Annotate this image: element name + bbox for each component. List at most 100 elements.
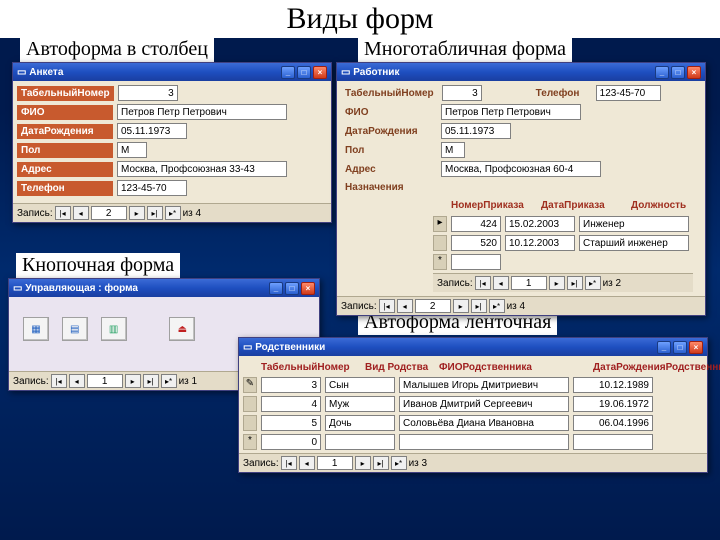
nav-prev-button[interactable]: ◂ bbox=[73, 206, 89, 220]
cell-no[interactable] bbox=[451, 216, 501, 232]
nav-first-button[interactable]: |◂ bbox=[55, 206, 71, 220]
minimize-button[interactable]: _ bbox=[281, 66, 295, 79]
label-tabno: ТабельныйНомер bbox=[17, 86, 114, 101]
nav-pos-input[interactable] bbox=[317, 456, 353, 470]
exit-button[interactable]: ⏏ bbox=[169, 317, 195, 341]
cell-no[interactable] bbox=[451, 235, 501, 251]
window-rabotnik: ▭ Работник _ □ × ТабельныйНомер Телефон … bbox=[336, 62, 706, 316]
titlebar-switchboard[interactable]: ▭ Управляющая : форма _ □ × bbox=[9, 279, 319, 297]
cell-dob[interactable] bbox=[573, 377, 653, 393]
nav-last-button[interactable]: ▸| bbox=[147, 206, 163, 220]
cell-rel[interactable] bbox=[325, 377, 395, 393]
cell-no[interactable] bbox=[451, 254, 501, 270]
cell-tabno[interactable] bbox=[261, 377, 321, 393]
close-button[interactable]: × bbox=[301, 282, 315, 295]
nav-first-button[interactable]: |◂ bbox=[281, 456, 297, 470]
row-selector-new[interactable]: * bbox=[433, 254, 447, 270]
nav-of: из 3 bbox=[409, 458, 428, 469]
row-selector[interactable] bbox=[243, 396, 257, 412]
row-selector-new[interactable]: * bbox=[243, 434, 257, 450]
field-phone[interactable] bbox=[596, 85, 661, 101]
field-phone[interactable] bbox=[117, 180, 187, 196]
nav-new-button[interactable]: ▸* bbox=[165, 206, 181, 220]
maximize-button[interactable]: □ bbox=[673, 341, 687, 354]
field-fio[interactable] bbox=[117, 104, 287, 120]
nav-next-button[interactable]: ▸ bbox=[453, 299, 469, 313]
nav-new-button[interactable]: ▸* bbox=[161, 374, 177, 388]
maximize-button[interactable]: □ bbox=[285, 282, 299, 295]
nav-next-button[interactable]: ▸ bbox=[549, 276, 565, 290]
titlebar-relatives[interactable]: ▭ Родственники _ □ × bbox=[239, 338, 707, 356]
cell-date[interactable] bbox=[505, 235, 575, 251]
maximize-button[interactable]: □ bbox=[297, 66, 311, 79]
nav-first-button[interactable]: |◂ bbox=[379, 299, 395, 313]
nav-next-button[interactable]: ▸ bbox=[355, 456, 371, 470]
nav-new-button[interactable]: ▸* bbox=[585, 276, 601, 290]
form-button-3[interactable]: ▥ bbox=[101, 317, 127, 341]
titlebar-anketa[interactable]: ▭ Анкета _ □ × bbox=[13, 63, 331, 81]
nav-first-button[interactable]: |◂ bbox=[51, 374, 67, 388]
cell-fio[interactable] bbox=[399, 415, 569, 431]
cell-rel[interactable] bbox=[325, 396, 395, 412]
cell-date[interactable] bbox=[505, 216, 575, 232]
nav-last-button[interactable]: ▸| bbox=[471, 299, 487, 313]
close-button[interactable]: × bbox=[689, 341, 703, 354]
nav-prev-button[interactable]: ◂ bbox=[397, 299, 413, 313]
maximize-button[interactable]: □ bbox=[671, 66, 685, 79]
cell-pos[interactable] bbox=[579, 235, 689, 251]
nav-last-button[interactable]: ▸| bbox=[567, 276, 583, 290]
close-button[interactable]: × bbox=[687, 66, 701, 79]
close-button[interactable]: × bbox=[313, 66, 327, 79]
cell-rel[interactable] bbox=[325, 415, 395, 431]
cell-fio[interactable] bbox=[399, 434, 569, 450]
nav-new-button[interactable]: ▸* bbox=[391, 456, 407, 470]
nav-prev-button[interactable]: ◂ bbox=[299, 456, 315, 470]
form-icon: ▤ bbox=[70, 324, 79, 335]
nav-next-button[interactable]: ▸ bbox=[125, 374, 141, 388]
nav-first-button[interactable]: |◂ bbox=[475, 276, 491, 290]
row-selector[interactable]: ▸ bbox=[433, 216, 447, 232]
field-sex[interactable] bbox=[441, 142, 465, 158]
form-button-2[interactable]: ▤ bbox=[62, 317, 88, 341]
subform-rows: ▸ * bbox=[341, 216, 701, 270]
cell-pos[interactable] bbox=[579, 216, 689, 232]
nav-pos-input[interactable] bbox=[415, 299, 451, 313]
field-tabno[interactable] bbox=[118, 85, 178, 101]
minimize-button[interactable]: _ bbox=[269, 282, 283, 295]
cell-dob[interactable] bbox=[573, 434, 653, 450]
field-dob[interactable] bbox=[117, 123, 187, 139]
cell-dob[interactable] bbox=[573, 415, 653, 431]
nav-of: из 1 bbox=[179, 376, 198, 387]
form-icon: ▦ bbox=[31, 324, 40, 335]
cell-tabno[interactable] bbox=[261, 396, 321, 412]
titlebar-rabotnik[interactable]: ▭ Работник _ □ × bbox=[337, 63, 705, 81]
field-sex[interactable] bbox=[117, 142, 147, 158]
form-button-1[interactable]: ▦ bbox=[23, 317, 49, 341]
nav-pos-input[interactable] bbox=[87, 374, 123, 388]
cell-tabno[interactable] bbox=[261, 434, 321, 450]
nav-next-button[interactable]: ▸ bbox=[129, 206, 145, 220]
nav-last-button[interactable]: ▸| bbox=[373, 456, 389, 470]
nav-new-button[interactable]: ▸* bbox=[489, 299, 505, 313]
nav-prev-button[interactable]: ◂ bbox=[493, 276, 509, 290]
row-selector[interactable] bbox=[243, 415, 257, 431]
field-tabno[interactable] bbox=[442, 85, 482, 101]
nav-pos-input[interactable] bbox=[511, 276, 547, 290]
row-selector[interactable] bbox=[433, 235, 447, 251]
minimize-button[interactable]: _ bbox=[655, 66, 669, 79]
nav-pos-input[interactable] bbox=[91, 206, 127, 220]
nav-last-button[interactable]: ▸| bbox=[143, 374, 159, 388]
nav-prev-button[interactable]: ◂ bbox=[69, 374, 85, 388]
minimize-button[interactable]: _ bbox=[657, 341, 671, 354]
cell-fio[interactable] bbox=[399, 396, 569, 412]
row-selector[interactable]: ✎ bbox=[243, 377, 257, 393]
cell-fio[interactable] bbox=[399, 377, 569, 393]
cell-dob[interactable] bbox=[573, 396, 653, 412]
field-addr[interactable] bbox=[117, 161, 287, 177]
field-dob[interactable] bbox=[441, 123, 511, 139]
cell-tabno[interactable] bbox=[261, 415, 321, 431]
label-phone: Телефон bbox=[532, 86, 592, 101]
cell-rel[interactable] bbox=[325, 434, 395, 450]
field-fio[interactable] bbox=[441, 104, 581, 120]
field-addr[interactable] bbox=[441, 161, 601, 177]
